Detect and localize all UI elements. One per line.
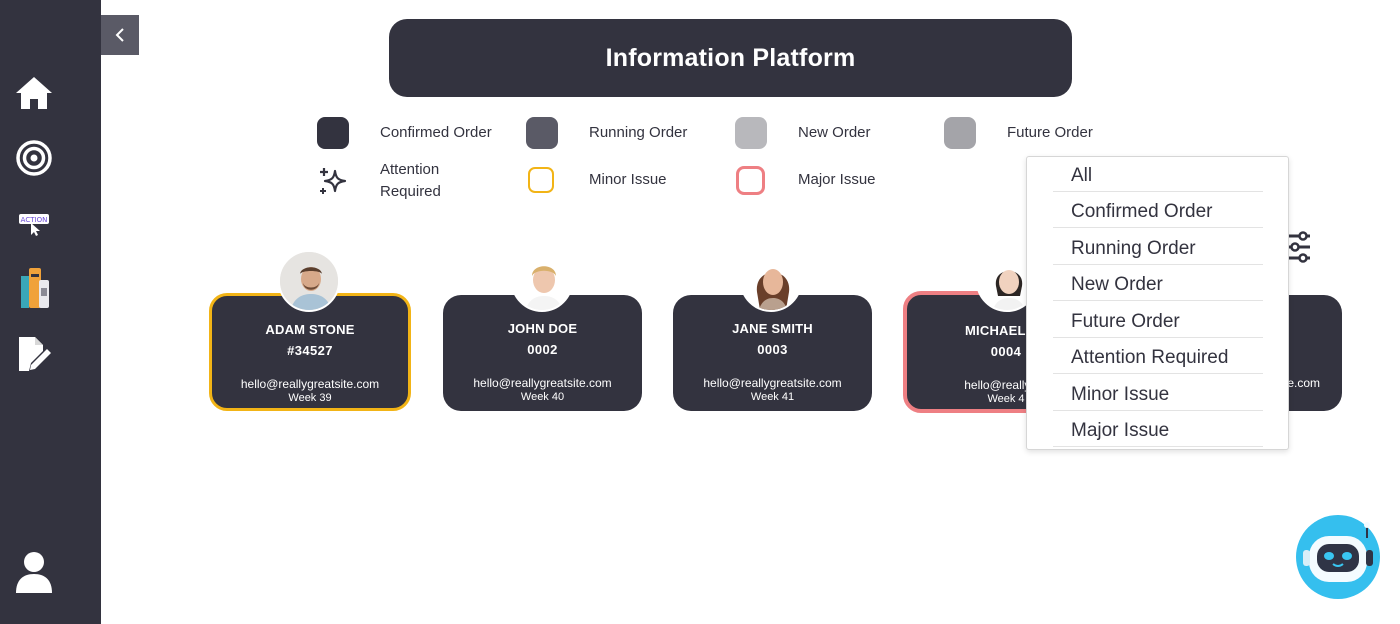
edit-document-icon[interactable] [14, 334, 54, 374]
filter-option-minor[interactable]: Minor Issue [1053, 378, 1263, 411]
card-name: JOHN DOE [507, 321, 578, 336]
card-name: ADAM STONE [265, 322, 355, 337]
person-card-2[interactable]: JOHN DOE 0002 hello@reallygreatsite.com … [443, 295, 642, 411]
app-root: ACTION Information Platform Confirmed Or… [0, 0, 1400, 624]
running-swatch [526, 117, 558, 149]
major-issue-swatch [736, 166, 765, 195]
legend-running-label: Running Order [589, 124, 688, 141]
filter-option-confirmed[interactable]: Confirmed Order [1053, 195, 1263, 228]
card-email: hello@reallygreatsite.com [240, 377, 380, 391]
person-card-3[interactable]: JANE SMITH 0003 hello@reallygreatsite.co… [673, 295, 872, 411]
collapse-sidebar-button[interactable] [101, 15, 139, 55]
legend-future-label: Future Order [1007, 124, 1093, 141]
sidebar: ACTION [0, 0, 101, 624]
books-icon[interactable] [14, 268, 54, 308]
legend-confirmed-label: Confirmed Order [380, 124, 492, 141]
card-week: Week 40 [520, 391, 565, 403]
chevron-left-icon [115, 28, 124, 42]
legend-minor-label: Minor Issue [589, 171, 667, 188]
card-email: hello@reallygreatsite.com [703, 376, 842, 390]
legend-attention-label-line2: Required [380, 183, 441, 200]
sparkle-icon [320, 168, 347, 194]
card-id: #34527 [287, 343, 333, 358]
card-name: JANE SMITH [732, 321, 813, 336]
card-email: hello@reallygreatsite.com [473, 376, 612, 390]
chatbot-icon[interactable] [1295, 512, 1381, 602]
filter-option-attention[interactable]: Attention Required [1053, 341, 1263, 374]
confirmed-swatch [317, 117, 349, 149]
avatar-john-doe [511, 250, 573, 312]
card-id: 0002 [527, 342, 558, 357]
card-week: Week 39 [288, 392, 332, 404]
avatar-jane-smith [740, 250, 802, 312]
action-icon[interactable]: ACTION [14, 203, 54, 243]
new-swatch [735, 117, 767, 149]
home-icon[interactable] [14, 73, 54, 113]
minor-issue-swatch [528, 167, 554, 193]
legend-new-label: New Order [798, 124, 871, 141]
filter-option-running[interactable]: Running Order [1053, 232, 1263, 265]
action-icon-label: ACTION [21, 216, 48, 224]
filter-option-future[interactable]: Future Order [1053, 305, 1263, 338]
filter-dropdown: All Confirmed Order Running Order New Or… [1026, 156, 1289, 450]
filter-option-new[interactable]: New Order [1053, 268, 1263, 301]
target-icon[interactable] [14, 138, 54, 178]
card-week: Week 41 [750, 391, 795, 403]
filter-option-major[interactable]: Major Issue [1053, 414, 1263, 447]
filter-option-all[interactable]: All [1053, 159, 1263, 192]
card-email: e.com [1287, 376, 1320, 390]
future-swatch [944, 117, 976, 149]
page-title: Information Platform [605, 43, 856, 72]
legend-attention-label-line1: Attention [380, 161, 440, 178]
user-icon[interactable] [14, 552, 54, 593]
legend-major-label: Major Issue [798, 171, 876, 188]
avatar-adam-stone [278, 250, 340, 312]
card-id: 0003 [757, 342, 788, 357]
header-bar: Information Platform [389, 19, 1072, 97]
